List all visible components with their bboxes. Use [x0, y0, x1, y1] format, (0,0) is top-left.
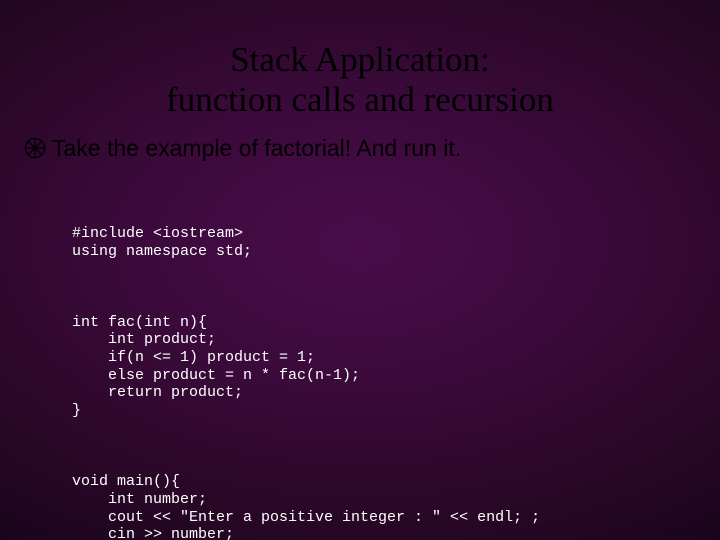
bullet-item: Take the example of factorial! And run i… [24, 135, 720, 162]
code-main-function: void main(){ int number; cout << "Enter … [72, 473, 720, 540]
title-line-2: function calls and recursion [0, 80, 720, 120]
bullet-text: Take the example of factorial! And run i… [52, 135, 461, 162]
code-includes: #include <iostream> using namespace std; [72, 225, 720, 260]
slide-title: Stack Application: function calls and re… [0, 0, 720, 121]
title-line-1: Stack Application: [0, 40, 720, 80]
code-fac-function: int fac(int n){ int product; if(n <= 1) … [72, 314, 720, 420]
star-bullet-icon [24, 137, 46, 159]
slide: Stack Application: function calls and re… [0, 0, 720, 540]
code-area: #include <iostream> using namespace std;… [72, 190, 720, 540]
